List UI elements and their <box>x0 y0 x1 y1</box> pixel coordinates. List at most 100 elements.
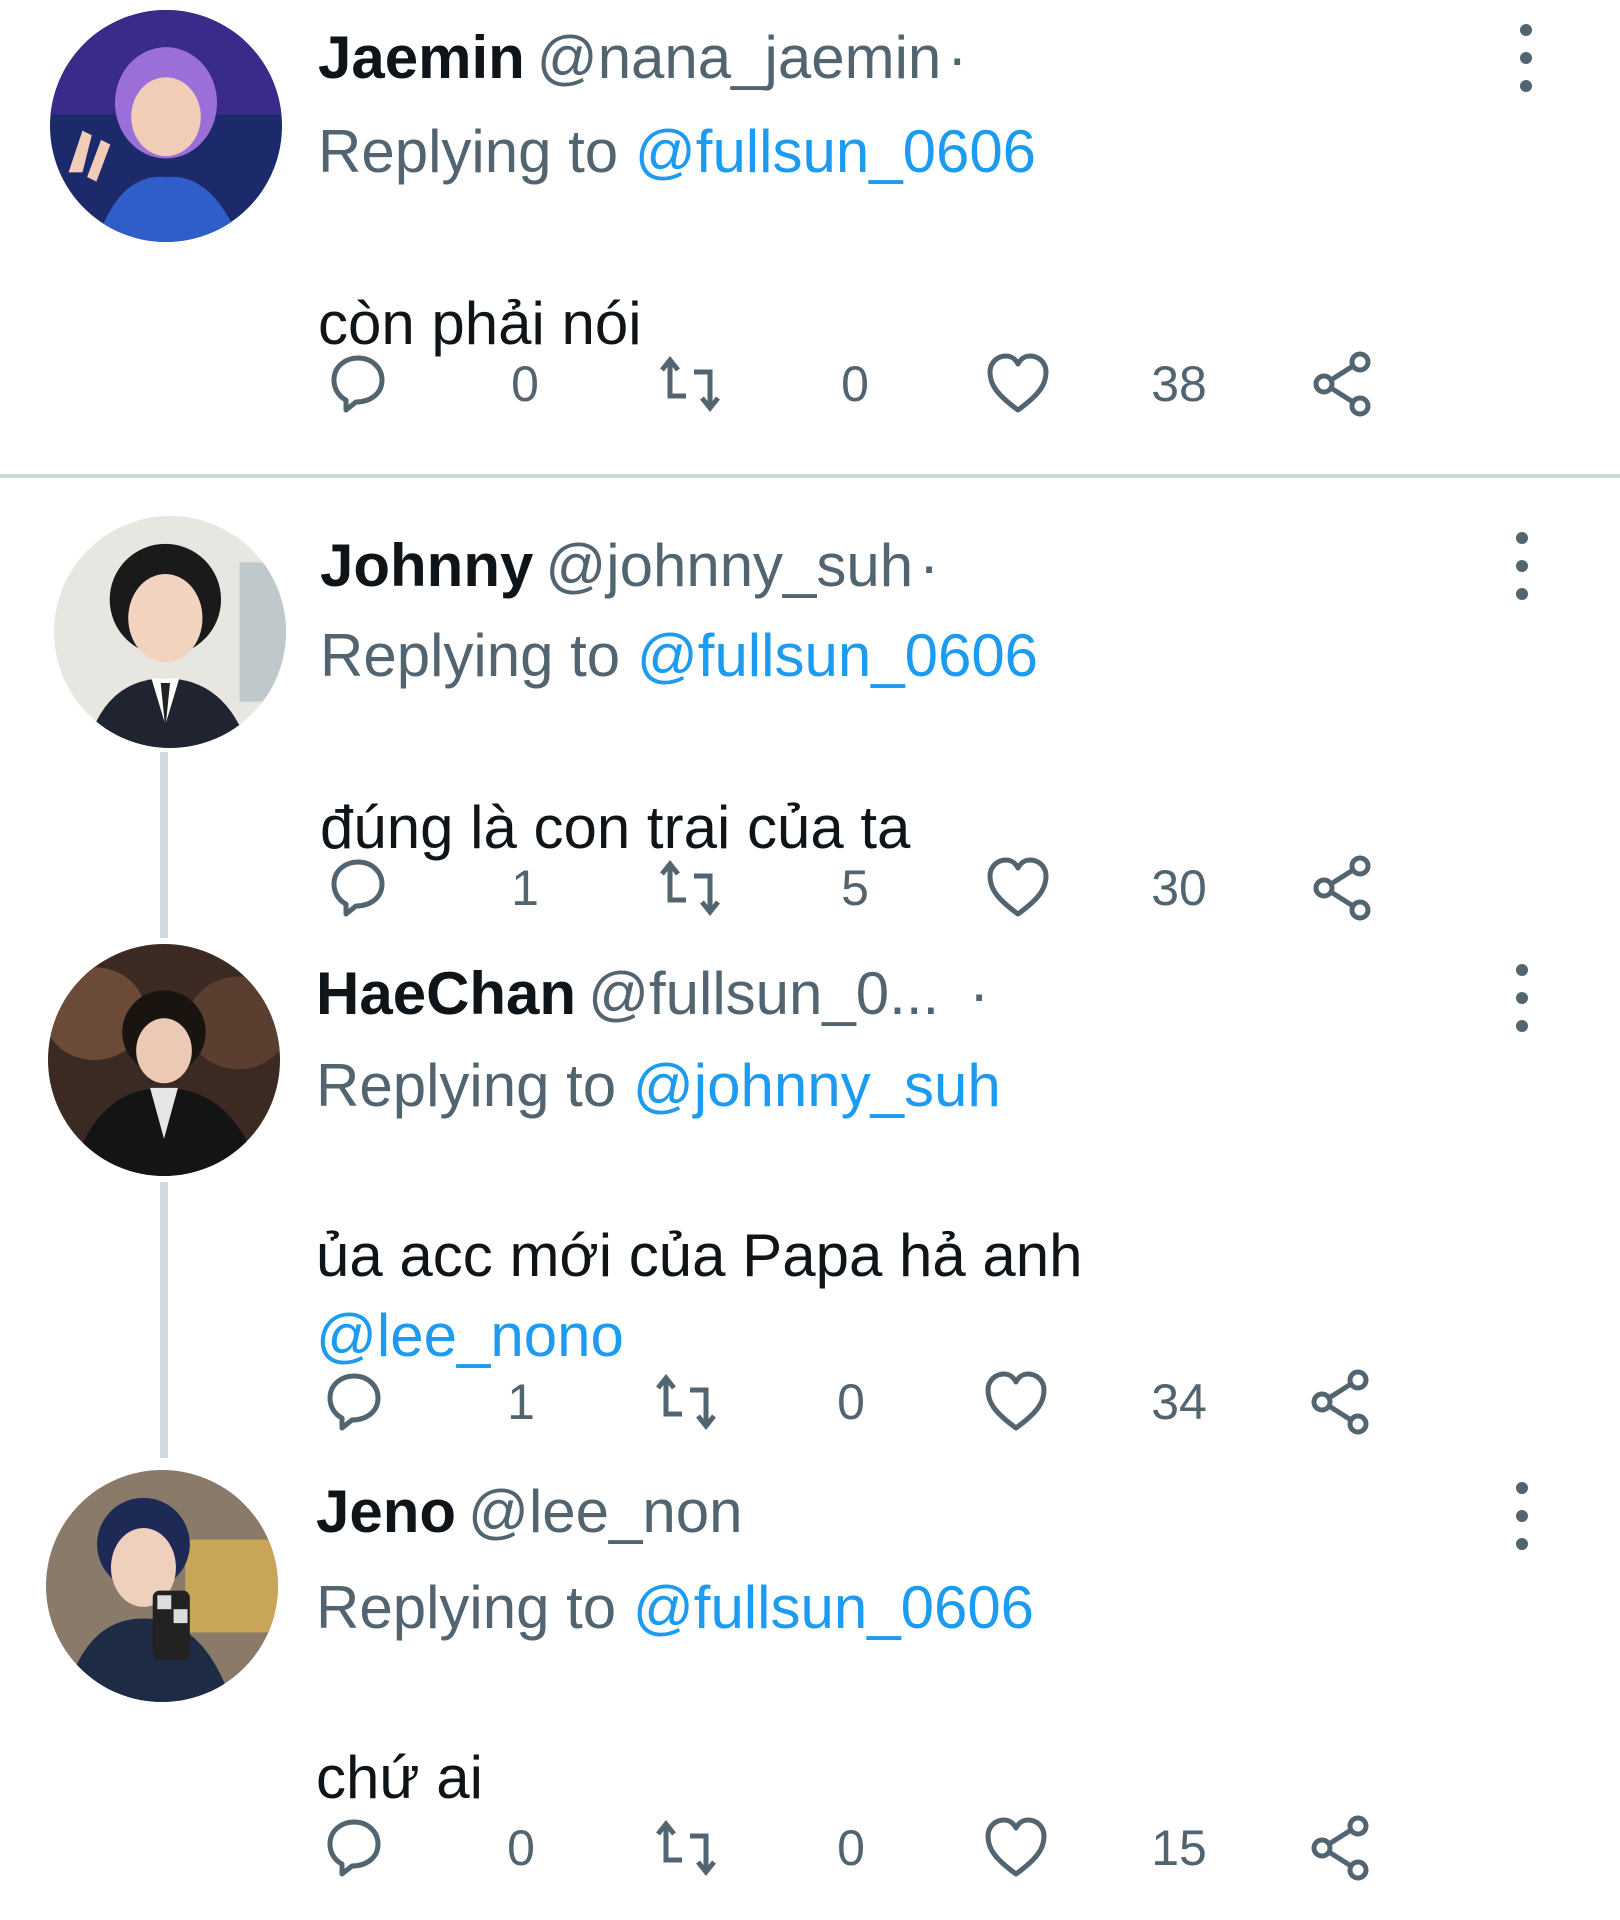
tweet-actions: 0 0 15 <box>0 1812 1620 1892</box>
more-vertical-icon <box>1520 24 1532 92</box>
like-count: 34 <box>1151 1374 1207 1430</box>
reply-count: 1 <box>511 860 539 916</box>
reply-icon <box>327 1819 381 1877</box>
display-name[interactable]: Jaemin <box>318 24 525 91</box>
replying-to-handle[interactable]: @fullsun_0606 <box>635 118 1036 185</box>
user-handle[interactable]: @lee_non <box>468 1478 742 1545</box>
separator-dot: · <box>947 24 968 91</box>
reply-icon <box>327 1373 381 1431</box>
avatar-image <box>46 1470 278 1702</box>
avatar[interactable] <box>54 516 286 748</box>
more-vertical-icon <box>1516 964 1528 1032</box>
avatar[interactable] <box>48 944 280 1176</box>
tweet-johnny[interactable]: Johnny @johnny_suh · Replying to @fullsun_… <box>0 500 1620 930</box>
share-icon <box>1313 855 1371 921</box>
retweet-count: 5 <box>841 860 869 916</box>
avatar-image <box>50 10 282 242</box>
retweet-count: 0 <box>841 356 869 412</box>
more-options-button[interactable] <box>1502 958 1542 1038</box>
replying-to-label: Replying to <box>320 622 637 689</box>
avatar[interactable] <box>50 10 282 242</box>
avatar-image <box>54 516 286 748</box>
retweet-count: 0 <box>837 1820 865 1876</box>
replying-to-line: Replying to @johnny_suh <box>316 1050 1001 1122</box>
tweet-jeno[interactable]: Jeno @lee_non Replying to @fullsun_0606 c… <box>0 1460 1620 1920</box>
replying-to-handle[interactable]: @fullsun_0606 <box>637 622 1038 689</box>
more-vertical-icon <box>1516 1482 1528 1550</box>
user-handle[interactable]: @johnny_suh <box>545 532 913 599</box>
replying-to-handle[interactable]: @fullsun_0606 <box>633 1574 1034 1641</box>
display-name[interactable]: Johnny <box>320 532 533 599</box>
reply-count: 0 <box>507 1820 535 1876</box>
avatar-image <box>48 944 280 1176</box>
tweet-header: Johnny @johnny_suh · <box>320 530 939 602</box>
retweet-count: 0 <box>837 1374 865 1430</box>
like-button[interactable] <box>980 1366 1052 1438</box>
tweet-header: Jaemin @nana_jaemin · <box>318 22 967 94</box>
heart-icon <box>985 1817 1047 1877</box>
like-button[interactable] <box>982 852 1054 924</box>
tweet-text-content: còn phải nói <box>318 290 642 357</box>
replying-to-line: Replying to @fullsun_0606 <box>318 116 1036 188</box>
share-button[interactable] <box>1306 1812 1378 1884</box>
display-name[interactable]: HaeChan <box>316 960 576 1027</box>
share-icon <box>1311 1369 1369 1435</box>
more-options-button[interactable] <box>1502 526 1542 606</box>
tweet-text-content: chứ ai <box>316 1744 483 1811</box>
tweet-text: đúng là con trai của ta <box>320 708 910 868</box>
retweet-button[interactable] <box>650 1812 722 1884</box>
separator-dot: · <box>969 960 990 1027</box>
heart-icon <box>987 857 1049 917</box>
replying-to-handle[interactable]: @johnny_suh <box>633 1052 1001 1119</box>
reply-icon <box>331 355 385 413</box>
like-count: 38 <box>1151 356 1207 412</box>
reply-count: 1 <box>507 1374 535 1430</box>
like-button[interactable] <box>980 1812 1052 1884</box>
reply-button[interactable] <box>322 348 394 420</box>
reply-count: 0 <box>511 356 539 412</box>
retweet-button[interactable] <box>650 1366 722 1438</box>
like-button[interactable] <box>982 348 1054 420</box>
replying-to-label: Replying to <box>316 1574 633 1641</box>
tweet-text: còn phải nói <box>318 204 642 364</box>
more-options-button[interactable] <box>1506 18 1546 98</box>
reply-button[interactable] <box>318 1812 390 1884</box>
share-button[interactable] <box>1308 348 1380 420</box>
tweet-actions: 1 0 34 <box>0 1366 1620 1446</box>
tweet-actions: 0 0 38 <box>0 348 1620 428</box>
tweet-jaemin[interactable]: Jaemin @nana_jaemin · Replying to @fullsun… <box>0 0 1620 470</box>
user-handle[interactable]: @fullsun_0... <box>588 960 939 1027</box>
user-handle[interactable]: @nana_jaemin <box>537 24 942 91</box>
tweet-haechan[interactable]: HaeChan @fullsun_0... · Replying to @johnn… <box>0 930 1620 1450</box>
tweet-header: Jeno @lee_non <box>316 1476 749 1548</box>
tweet-divider <box>0 474 1620 478</box>
retweet-icon <box>660 859 720 917</box>
like-count: 30 <box>1151 860 1207 916</box>
retweet-icon <box>656 1819 716 1877</box>
heart-icon <box>987 353 1049 413</box>
replying-to-line: Replying to @fullsun_0606 <box>320 620 1038 692</box>
retweet-button[interactable] <box>654 348 726 420</box>
share-button[interactable] <box>1306 1366 1378 1438</box>
tweet-actions: 1 5 30 <box>0 852 1620 932</box>
display-name[interactable]: Jeno <box>316 1478 456 1545</box>
reply-button[interactable] <box>318 1366 390 1438</box>
avatar[interactable] <box>46 1470 278 1702</box>
tweet-text-content: ủa acc mới của Papa hả anh <box>316 1222 1083 1289</box>
more-vertical-icon <box>1516 532 1528 600</box>
tweet-text: chứ ai <box>316 1658 483 1818</box>
like-count: 15 <box>1151 1820 1207 1876</box>
more-options-button[interactable] <box>1502 1476 1542 1556</box>
tweet-text-content: đúng là con trai của ta <box>320 794 911 861</box>
reply-icon <box>331 859 385 917</box>
tweet-header: HaeChan @fullsun_0... · <box>316 958 989 1030</box>
replying-to-label: Replying to <box>318 118 635 185</box>
reply-button[interactable] <box>322 852 394 924</box>
replying-to-label: Replying to <box>316 1052 633 1119</box>
retweet-icon <box>656 1373 716 1431</box>
retweet-button[interactable] <box>654 852 726 924</box>
separator-dot: · <box>919 532 940 599</box>
share-button[interactable] <box>1308 852 1380 924</box>
heart-icon <box>985 1371 1047 1431</box>
mention-link[interactable]: @lee_nono <box>316 1296 1083 1376</box>
